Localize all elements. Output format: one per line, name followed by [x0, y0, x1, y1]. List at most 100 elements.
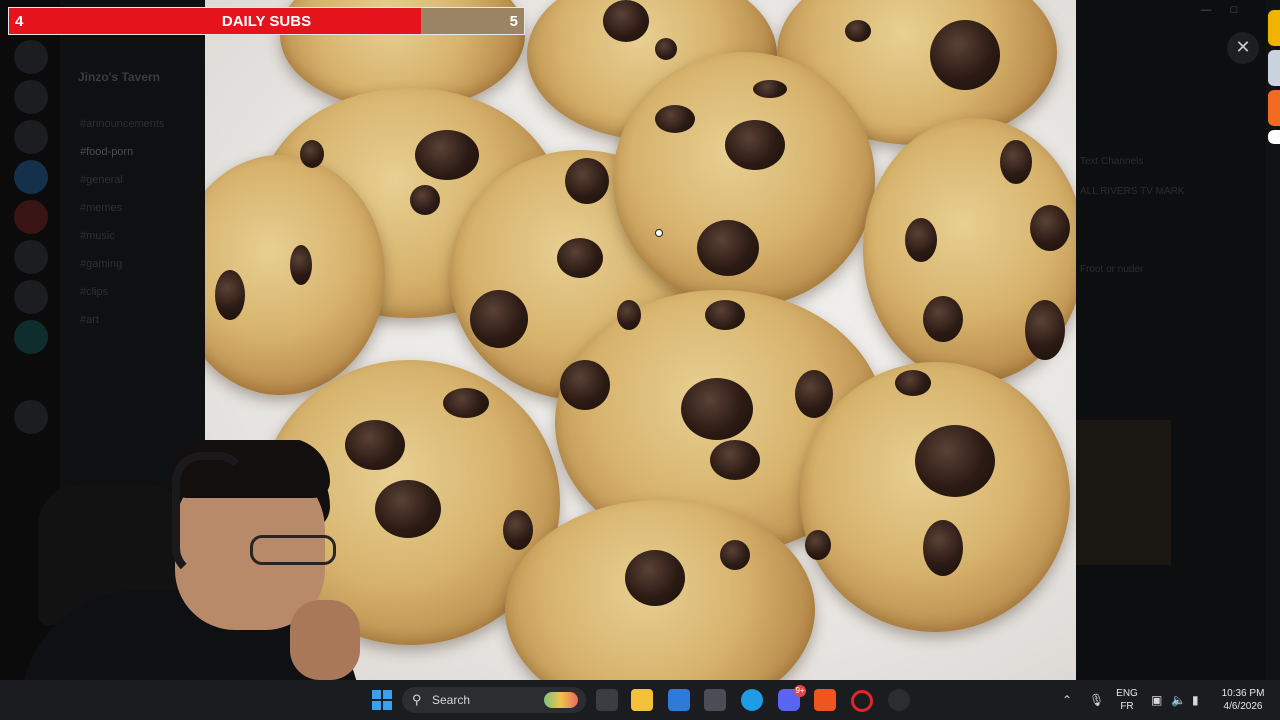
- channel-item[interactable]: #gaming: [80, 258, 122, 270]
- close-icon[interactable]: ✕: [1227, 32, 1259, 64]
- minimize-icon[interactable]: —: [1192, 4, 1220, 16]
- chocolate-chip: [720, 540, 750, 570]
- obs-icon[interactable]: [888, 689, 910, 711]
- chocolate-chip: [753, 80, 787, 98]
- chocolate-chip: [905, 218, 937, 262]
- right-panel-item[interactable]: ALL RIVERS TV MARK: [1080, 186, 1184, 197]
- screen: Jinzo's Tavern #announcements #food-porn…: [0, 0, 1280, 720]
- chocolate-chip: [930, 20, 1000, 90]
- right-panel-heading: Text Channels: [1080, 156, 1144, 167]
- right-panel: Text Channels ALL RIVERS TV MARK Froot o…: [1076, 0, 1266, 680]
- discord-icon[interactable]: 9+: [778, 685, 806, 711]
- chocolate-chip: [1000, 140, 1032, 184]
- chocolate-chip: [560, 360, 610, 410]
- clock-time: 10:36 PM: [1221, 688, 1265, 699]
- chocolate-chip: [915, 425, 995, 497]
- channel-item-active[interactable]: #food-porn: [80, 146, 133, 158]
- channel-item[interactable]: #music: [80, 230, 115, 242]
- chocolate-chip: [697, 220, 759, 276]
- channel-item[interactable]: #announcements: [80, 118, 164, 130]
- chocolate-chip: [1025, 300, 1065, 360]
- chocolate-chip: [375, 480, 441, 538]
- maximize-icon[interactable]: □: [1220, 4, 1248, 16]
- chocolate-chip: [805, 530, 831, 560]
- glasses: [250, 535, 336, 565]
- chocolate-chip: [415, 130, 479, 180]
- opera-icon[interactable]: [851, 690, 873, 712]
- window-controls: — □: [1192, 4, 1248, 22]
- chocolate-chip: [895, 370, 931, 396]
- mouse-cursor-icon: [655, 229, 663, 237]
- windows-start-icon[interactable]: [372, 690, 392, 710]
- server-icon[interactable]: [14, 160, 48, 194]
- chocolate-chip: [443, 388, 489, 418]
- server-icon[interactable]: [14, 400, 48, 434]
- webcam-overlay: [0, 440, 360, 680]
- side-tab-icon[interactable]: [1268, 130, 1280, 144]
- taskbar: ⚲ Search 9+ ⌃ 🎙 ENG FR ▣ 🔈 ▮ 10:36 PM 4/…: [0, 680, 1280, 720]
- edge-icon[interactable]: [741, 689, 763, 711]
- chocolate-chip: [655, 105, 695, 133]
- chocolate-chip: [565, 158, 609, 204]
- chocolate-chip: [710, 440, 760, 480]
- search-highlight-icon: [544, 692, 578, 708]
- chevron-up-icon[interactable]: ⌃: [1062, 693, 1072, 707]
- server-icon[interactable]: [14, 200, 48, 234]
- chocolate-chip: [470, 290, 528, 348]
- channel-item[interactable]: #clips: [80, 286, 108, 298]
- server-name[interactable]: Jinzo's Tavern: [78, 70, 160, 84]
- chocolate-chip: [617, 300, 641, 330]
- server-icon[interactable]: [14, 80, 48, 114]
- server-icon[interactable]: [14, 240, 48, 274]
- task-view-icon[interactable]: [596, 689, 618, 711]
- brave-icon[interactable]: [814, 689, 836, 711]
- server-icon[interactable]: [14, 120, 48, 154]
- chocolate-chip: [410, 185, 440, 215]
- subs-goal-target: 5: [509, 13, 518, 30]
- chocolate-chip: [215, 270, 245, 320]
- hand: [290, 600, 360, 680]
- chocolate-chip: [795, 370, 833, 418]
- battery-icon[interactable]: ▮: [1192, 693, 1199, 707]
- clock-date: 4/6/2026: [1223, 701, 1263, 712]
- language-indicator[interactable]: ENG FR: [1116, 687, 1138, 713]
- right-panel-item[interactable]: Froot or nuder: [1080, 264, 1143, 275]
- side-tab-icon[interactable]: [1268, 50, 1280, 86]
- chocolate-chip: [557, 238, 603, 278]
- volume-icon[interactable]: 🔈: [1171, 693, 1186, 707]
- notification-badge: 9+: [794, 685, 806, 697]
- clock[interactable]: 10:36 PM 4/6/2026: [1212, 687, 1274, 713]
- subs-goal-title: DAILY SUBS: [221, 13, 312, 30]
- channel-item[interactable]: #general: [80, 174, 123, 186]
- store-icon[interactable]: [668, 689, 690, 711]
- search-placeholder: Search: [432, 693, 471, 707]
- chocolate-chip: [923, 296, 963, 342]
- server-icon[interactable]: [14, 280, 48, 314]
- chocolate-chip: [923, 520, 963, 576]
- taskbar-search[interactable]: ⚲ Search: [402, 687, 586, 713]
- daily-subs-goal-bar: 4 DAILY SUBS 5: [8, 7, 525, 35]
- side-tab-icon[interactable]: [1268, 10, 1280, 46]
- chocolate-chip: [655, 38, 677, 60]
- server-icon[interactable]: [14, 40, 48, 74]
- edge-tabs: [1268, 10, 1280, 148]
- network-icon[interactable]: ▣: [1151, 693, 1162, 707]
- chocolate-chip: [845, 20, 871, 42]
- cookie: [800, 362, 1070, 632]
- channel-item[interactable]: #memes: [80, 202, 122, 214]
- chocolate-chip: [503, 510, 533, 550]
- folder-icon[interactable]: [631, 689, 653, 711]
- chocolate-chip: [681, 378, 753, 440]
- chocolate-chip: [300, 140, 324, 168]
- chocolate-chip: [725, 120, 785, 170]
- side-tab-icon[interactable]: [1268, 90, 1280, 126]
- headset: [172, 452, 248, 578]
- language-bottom: FR: [1120, 701, 1134, 712]
- thumbnail[interactable]: [1076, 420, 1171, 565]
- server-icon[interactable]: [14, 320, 48, 354]
- channel-item[interactable]: #art: [80, 314, 99, 326]
- microphone-icon[interactable]: 🎙: [1089, 693, 1104, 707]
- chocolate-chip: [705, 300, 745, 330]
- app-icon[interactable]: [704, 689, 726, 711]
- language-top: ENG: [1116, 688, 1138, 699]
